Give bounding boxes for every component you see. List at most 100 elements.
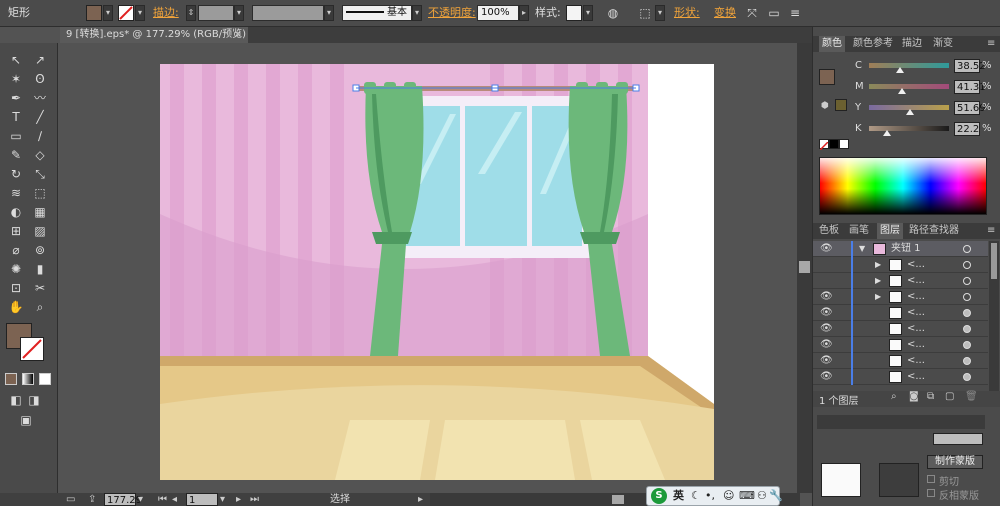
tab-swatches[interactable]: 色板 xyxy=(819,223,839,239)
opacity-label[interactable]: 不透明度: xyxy=(428,5,476,21)
column-graph-tool-icon[interactable]: ▮ xyxy=(30,260,50,278)
keyboard-icon[interactable]: ⌨ xyxy=(739,487,755,505)
expand-arrow-icon[interactable]: ▼ xyxy=(859,241,865,257)
sublayer-row[interactable]: ▶ <... xyxy=(813,273,988,289)
tab-layers[interactable]: 图层 xyxy=(877,223,903,239)
mesh-tool-icon[interactable]: ⊞ xyxy=(6,222,26,240)
align-dropdown[interactable]: ▾ xyxy=(655,5,665,21)
yellow-input[interactable]: 51.69 xyxy=(954,101,986,115)
moon-icon[interactable]: ☾ xyxy=(691,487,701,505)
color-spectrum[interactable] xyxy=(819,157,987,215)
target-icon[interactable] xyxy=(963,261,971,269)
target-icon[interactable] xyxy=(963,309,971,317)
magic-wand-tool-icon[interactable]: ✶ xyxy=(6,70,26,88)
align-selection-icon[interactable]: ⬚ xyxy=(636,5,654,21)
first-artboard-icon[interactable]: ⏮ xyxy=(158,493,168,506)
tab-gradient[interactable]: 渐变 xyxy=(933,36,953,52)
layer-name[interactable]: 夹钮 1 xyxy=(891,241,921,257)
sublayer-row[interactable]: 👁 ▶ <... xyxy=(813,289,988,305)
sublayer-name[interactable]: <... xyxy=(907,321,925,337)
user-icon[interactable]: ⚇ xyxy=(757,487,767,505)
gradient-mode-button[interactable] xyxy=(22,373,34,385)
eye-icon[interactable]: 👁 xyxy=(820,369,833,385)
status-menu-icon[interactable]: ▸ xyxy=(418,493,428,506)
brush-definition-field[interactable]: 基本 xyxy=(342,5,412,21)
sublayer-name[interactable]: <... xyxy=(907,289,925,305)
tab-pathfinder[interactable]: 路径查找器 xyxy=(909,223,959,239)
sublayer-name[interactable]: <... xyxy=(907,273,925,289)
stroke-weight-stepper[interactable]: ⇕ xyxy=(186,5,196,21)
target-icon[interactable] xyxy=(963,325,971,333)
sublayer-row[interactable]: ▶ <... xyxy=(813,257,988,273)
tab-color[interactable]: 颜色 xyxy=(819,36,845,52)
sublayer-name[interactable]: <... xyxy=(907,305,925,321)
direct-selection-tool-icon[interactable]: ↗ xyxy=(30,51,50,69)
sublayer-name[interactable]: <... xyxy=(907,337,925,353)
tab-stroke[interactable]: 描边 xyxy=(902,36,922,52)
blend-tool-icon[interactable]: ⊚ xyxy=(30,241,50,259)
sublayer-row[interactable]: 👁 <... xyxy=(813,305,988,321)
new-layer-icon[interactable]: ▢ xyxy=(945,391,954,402)
horizontal-scroll-thumb[interactable] xyxy=(612,495,624,504)
tab-color-guide[interactable]: 颜色参考 xyxy=(853,36,893,52)
make-mask-button[interactable]: 制作蒙版 xyxy=(927,455,983,469)
stroke-label[interactable]: 描边: xyxy=(153,5,179,21)
black-input[interactable]: 22.2 xyxy=(954,122,980,136)
cyan-input[interactable]: 38.52 xyxy=(954,59,986,73)
stroke-dropdown[interactable]: ▾ xyxy=(135,5,145,21)
ime-logo[interactable]: S xyxy=(651,488,667,504)
eye-icon[interactable]: 👁 xyxy=(820,353,833,369)
black-slider-handle[interactable] xyxy=(883,130,891,136)
sublayer-row[interactable]: 👁 <... xyxy=(813,337,988,353)
sublayer-name[interactable]: <... xyxy=(907,257,925,273)
document-canvas[interactable] xyxy=(60,43,797,493)
target-icon[interactable] xyxy=(963,293,971,301)
stroke-weight-dropdown[interactable]: ▾ xyxy=(234,5,244,21)
last-artboard-icon[interactable]: ⏭ xyxy=(250,493,260,506)
cyan-slider[interactable] xyxy=(869,63,949,68)
black-slider[interactable] xyxy=(869,126,949,131)
scale-tool-icon[interactable]: ⤡ xyxy=(30,165,50,183)
rectangle-tool-icon[interactable]: ▭ xyxy=(6,127,26,145)
layers-scrollbar[interactable] xyxy=(989,241,999,391)
white-swatch[interactable] xyxy=(839,139,849,149)
type-tool-icon[interactable]: T xyxy=(6,108,26,126)
wrench-icon[interactable]: 🔧 xyxy=(769,487,783,505)
chart-tool-icon[interactable]: ▦ xyxy=(30,203,50,221)
expand-arrow-icon[interactable]: ▶ xyxy=(875,289,881,305)
rotate-tool-icon[interactable]: ↻ xyxy=(6,165,26,183)
eye-icon[interactable]: 👁 xyxy=(820,241,833,257)
color-mode-button[interactable] xyxy=(5,373,17,385)
share-icon[interactable]: ⇪ xyxy=(88,493,102,506)
zoom-dropdown[interactable]: ▾ xyxy=(138,493,148,506)
magenta-input[interactable]: 41.31 xyxy=(954,80,986,94)
shape-builder-tool-icon[interactable]: ◐ xyxy=(6,203,26,221)
eye-icon[interactable]: 👁 xyxy=(820,289,833,305)
vertical-scrollbar[interactable] xyxy=(797,43,812,493)
opacity-dropdown[interactable]: ▸ xyxy=(519,5,529,21)
clip-checkbox[interactable] xyxy=(927,475,935,483)
sublayer-name[interactable]: <... xyxy=(907,353,925,369)
expand-arrow-icon[interactable]: ▶ xyxy=(875,273,881,289)
punctuation-icon[interactable]: •, xyxy=(705,487,715,505)
fill-swatch[interactable] xyxy=(86,5,102,21)
variable-width-dropdown[interactable]: ▾ xyxy=(324,5,334,21)
prev-artboard-icon[interactable]: ◂ xyxy=(172,493,182,506)
stroke-weight-input[interactable] xyxy=(198,5,234,21)
draw-behind-icon[interactable]: ◨ xyxy=(24,391,44,409)
flip-icon[interactable]: ⤧ xyxy=(743,5,761,21)
eraser-tool-icon[interactable]: ◇ xyxy=(30,146,50,164)
free-transform-tool-icon[interactable]: ⬚ xyxy=(30,184,50,202)
ime-language[interactable]: 英 xyxy=(673,487,684,505)
document-tab[interactable]: 9 [转换].eps* @ 177.29% (RGB/预览) × xyxy=(60,27,248,43)
new-sublayer-icon[interactable]: ⧉ xyxy=(927,391,934,402)
artboard-dropdown[interactable]: ▾ xyxy=(220,493,230,506)
variable-width-profile[interactable] xyxy=(252,5,324,21)
symbol-sprayer-tool-icon[interactable]: ✺ xyxy=(6,260,26,278)
draw-normal-icon[interactable]: ◧ xyxy=(6,391,26,409)
fill-dropdown[interactable]: ▾ xyxy=(103,5,113,21)
selection-tool-icon[interactable]: ↖ xyxy=(6,51,26,69)
panel-menu-icon[interactable]: ≡ xyxy=(987,36,995,52)
artboard-tool-icon[interactable]: ⊡ xyxy=(6,279,26,297)
next-artboard-icon[interactable]: ▸ xyxy=(236,493,246,506)
